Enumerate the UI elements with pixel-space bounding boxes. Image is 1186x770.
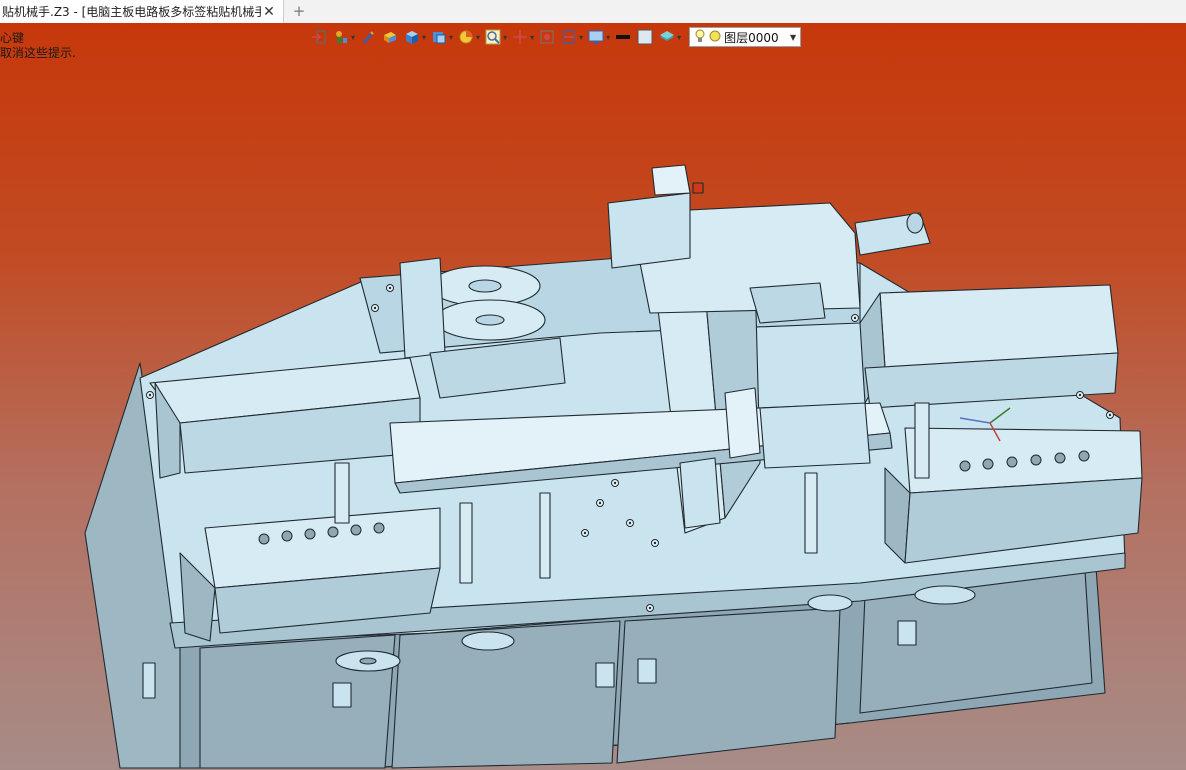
close-icon[interactable]: ✕ <box>261 4 277 20</box>
view-button[interactable]: ▾ <box>430 26 453 48</box>
layer-stack-icon <box>658 28 676 46</box>
fit-button[interactable] <box>538 26 556 48</box>
chevron-down-icon: ▾ <box>530 32 535 42</box>
zoom-button[interactable]: ▾ <box>484 26 507 48</box>
machine-model <box>84 164 1143 769</box>
chevron-down-icon: ▾ <box>449 32 454 42</box>
tab-bar: 贴机械手.Z3 - [电脑主板电路板多标签粘贴机械手] ✕ + <box>0 0 1186 24</box>
section-button[interactable]: ▾ <box>560 26 583 48</box>
sketch-button[interactable] <box>359 26 377 48</box>
fit-icon <box>538 28 556 46</box>
display-icon <box>587 28 605 46</box>
3d-viewport[interactable]: 心键 取消这些提示. ▾ ▾ ▾ ▾ ▾ ▾ ▾ ▾ ▾ 图层0000 ▼ <box>0 23 1186 770</box>
pan-icon <box>511 28 529 46</box>
pan-button[interactable]: ▾ <box>511 26 534 48</box>
chevron-down-icon: ▾ <box>351 32 356 42</box>
chevron-down-icon: ▾ <box>476 32 481 42</box>
cube-icon <box>403 28 421 46</box>
chevron-down-icon: ▼ <box>789 32 797 42</box>
lightbulb-icon <box>694 28 706 47</box>
view-cube-icon <box>430 28 448 46</box>
section-icon <box>560 28 578 46</box>
display-button[interactable]: ▾ <box>587 26 610 48</box>
chevron-down-icon: ▾ <box>503 32 508 42</box>
solid-button[interactable]: ▾ <box>403 26 426 48</box>
chevron-down-icon: ▾ <box>606 32 611 42</box>
view-toolbar: ▾ ▾ ▾ ▾ ▾ ▾ ▾ ▾ ▾ 图层0000 ▼ <box>310 25 910 49</box>
shaded-box-icon <box>381 28 399 46</box>
shaded-button[interactable] <box>381 26 399 48</box>
render-button[interactable]: ▾ <box>457 26 480 48</box>
chevron-down-icon: ▾ <box>677 32 682 42</box>
layer-name: 图层0000 <box>724 30 779 45</box>
chevron-down-icon: ▾ <box>579 32 584 42</box>
chevron-down-icon: ▾ <box>422 32 427 42</box>
exit-button[interactable] <box>310 26 328 48</box>
pencil-icon <box>359 28 377 46</box>
document-tab[interactable]: 贴机械手.Z3 - [电脑主板电路板多标签粘贴机械手] ✕ <box>0 0 284 23</box>
line-color-icon <box>614 28 632 46</box>
assembly-button[interactable]: ▾ <box>332 26 355 48</box>
face-color-icon <box>636 28 654 46</box>
add-tab-icon[interactable]: + <box>290 2 308 20</box>
zoom-icon <box>484 28 502 46</box>
exit-icon <box>310 28 328 46</box>
document-tab-title: 贴机械手.Z3 - [电脑主板电路板多标签粘贴机械手] <box>2 5 261 19</box>
layer-select[interactable]: 图层0000 ▼ <box>689 27 802 47</box>
line-color-button[interactable] <box>614 26 632 48</box>
assembly-icon <box>332 28 350 46</box>
pie-icon <box>457 28 475 46</box>
hint-line-2: 取消这些提示. <box>0 46 76 60</box>
layer-manager-button[interactable]: ▾ <box>658 26 681 48</box>
layer-color-icon <box>709 30 721 45</box>
face-color-button[interactable] <box>636 26 654 48</box>
